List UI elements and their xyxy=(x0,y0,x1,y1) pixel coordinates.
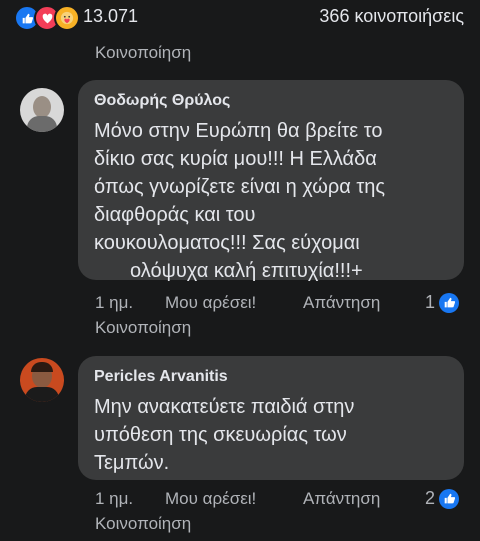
comment-line: διαφθοράς και του xyxy=(94,204,256,226)
avatar[interactable] xyxy=(20,358,64,402)
avatar[interactable] xyxy=(20,88,64,132)
comment-author[interactable]: Θοδωρής Θρύλος xyxy=(94,92,230,110)
comment-bubble: Pericles Arvanitis Μην ανακατεύετε παιδι… xyxy=(78,356,464,480)
avatar-head xyxy=(33,96,51,118)
reply-button[interactable]: Απάντηση xyxy=(303,293,380,313)
avatar-hair xyxy=(31,362,53,372)
like-icon xyxy=(439,488,460,509)
comment-line: υπόθεση της σκευωρίας των xyxy=(94,424,347,446)
reply-button[interactable]: Απάντηση xyxy=(303,489,380,509)
comment-author[interactable]: Pericles Arvanitis xyxy=(94,368,228,386)
comment-line: ολόψυχα καλή επιτυχία!!!+ xyxy=(130,260,363,282)
care-icon xyxy=(54,5,80,31)
like-count: 1 xyxy=(425,292,436,312)
like-button[interactable]: Μου αρέσει! xyxy=(165,489,256,509)
avatar-body xyxy=(27,116,57,132)
share-count[interactable]: 366 κοινοποιήσεις xyxy=(319,6,464,27)
comment-text: Μην ανακατεύετε παιδιά στην υπόθεση της … xyxy=(94,393,454,477)
like-count: 2 xyxy=(425,488,436,508)
comment-line: Τεμπών. xyxy=(94,452,170,474)
comment-bubble: Θοδωρής Θρύλος Μόνο στην Ευρώπη θα βρείτ… xyxy=(78,80,464,282)
comment-like-count[interactable]: 1 xyxy=(425,292,460,313)
comment-line: κουκουλοματος!!! Σας εύχομαι xyxy=(94,232,360,254)
comment-text: Μόνο στην Ευρώπη θα βρείτε το δίκιο σας … xyxy=(94,117,454,285)
like-button[interactable]: Μου αρέσει! xyxy=(165,293,256,313)
comment-like-count[interactable]: 2 xyxy=(425,488,460,509)
like-icon xyxy=(439,292,460,313)
reaction-count[interactable]: 13.071 xyxy=(83,6,138,27)
avatar-body xyxy=(25,387,59,402)
post-reactions-bar: 13.071 366 κοινοποιήσεις xyxy=(0,0,480,36)
comment-line: όπως γνωρίζετε είναι η χώρα της xyxy=(94,176,386,198)
share-link[interactable]: Κοινοποίηση xyxy=(95,514,191,534)
reaction-icons[interactable] xyxy=(14,5,80,31)
share-link[interactable]: Κοινοποίηση xyxy=(95,43,191,63)
comment-time[interactable]: 1 ημ. xyxy=(95,489,133,509)
comment-line: Μην ανακατεύετε παιδιά στην xyxy=(94,396,355,418)
comment-line: δίκιο σας κυρία μου!!! Η Ελλάδα xyxy=(94,148,377,170)
comment-line: Μόνο στην Ευρώπη θα βρείτε το xyxy=(94,120,383,142)
comment-time[interactable]: 1 ημ. xyxy=(95,293,133,313)
share-link[interactable]: Κοινοποίηση xyxy=(95,318,191,338)
